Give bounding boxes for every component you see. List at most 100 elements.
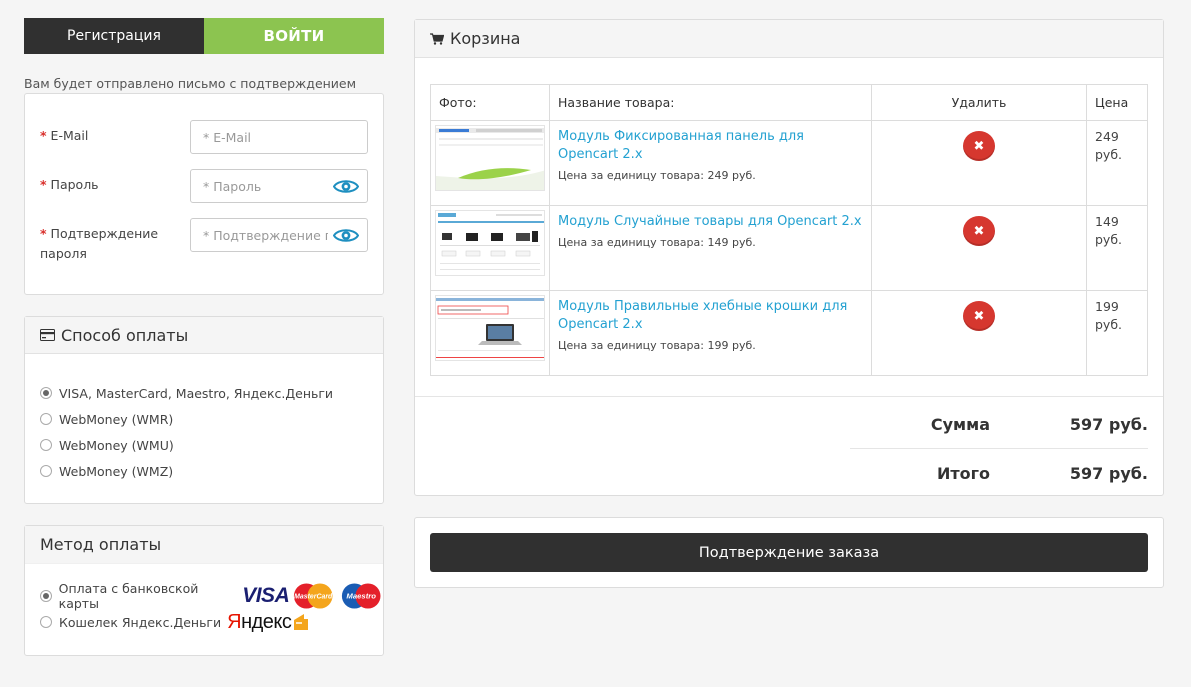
credit-card-icon [40, 329, 55, 341]
product-thumbnail[interactable] [435, 210, 545, 276]
maestro-logo: Maestro [341, 583, 381, 609]
svg-text:Maestro: Maestro [346, 591, 376, 600]
price-cell: 249 руб. [1086, 120, 1148, 206]
radio[interactable] [40, 465, 52, 477]
method-panel: Метод оплаты Оплата с банковской карты V… [24, 525, 384, 656]
password-label: * Пароль [40, 177, 99, 192]
radio[interactable] [40, 616, 52, 628]
password-confirm-field[interactable] [203, 227, 328, 243]
method-option-card[interactable]: Оплата с банковской карты VISA MasterCar… [40, 581, 383, 611]
confirm-order-button[interactable]: Подтверждение заказа [430, 533, 1148, 572]
tab-register[interactable]: Регистрация [24, 18, 204, 54]
total-label: Итого [936, 463, 990, 483]
totals: Сумма 597 руб. Итого 597 руб. [850, 400, 1148, 497]
close-icon: ✖ [973, 308, 985, 324]
total-row: Итого 597 руб. [850, 449, 1148, 497]
payment-option[interactable]: WebMoney (WMZ) [40, 458, 383, 484]
radio[interactable] [40, 439, 52, 451]
delete-button[interactable]: ✖ [963, 216, 995, 246]
payment-option[interactable]: WebMoney (WMR) [40, 406, 383, 432]
cart-divider [415, 396, 1163, 397]
unit-price: Цена за единицу товара: 199 руб. [558, 339, 756, 352]
col-price: Цена [1086, 84, 1148, 121]
subtotal-row: Сумма 597 руб. [850, 400, 1148, 448]
cart-table: Фото: Название товара: Удалить Цена Моду… [430, 84, 1148, 376]
password-confirm-label: * Подтверждение пароля [40, 226, 159, 261]
name-cell: Модуль Случайные товары для Opencart 2.x… [549, 205, 872, 291]
photo-cell [430, 120, 550, 206]
method-options: Оплата с банковской карты VISA MasterCar… [25, 564, 383, 635]
delete-cell: ✖ [871, 205, 1087, 291]
col-name: Название товара: [549, 84, 872, 121]
password-row: * Пароль [40, 169, 368, 203]
shopping-cart-icon [430, 32, 444, 45]
tab-login[interactable]: ВОЙТИ [204, 18, 384, 54]
product-link[interactable]: Модуль Случайные товары для Opencart 2.x [558, 213, 863, 231]
table-row: Модуль Фиксированная панель для Opencart… [430, 120, 1148, 206]
wallet-icon [294, 614, 309, 630]
name-cell: Модуль Фиксированная панель для Opencart… [549, 120, 872, 206]
auth-tabs: Регистрация ВОЙТИ [24, 18, 384, 54]
delete-cell: ✖ [871, 120, 1087, 206]
radio-selected[interactable] [40, 387, 52, 399]
close-icon: ✖ [973, 138, 985, 154]
table-row: Модуль Правильные хлебные крошки для Ope… [430, 290, 1148, 376]
eye-icon[interactable] [333, 178, 359, 195]
product-link[interactable]: Модуль Правильные хлебные крошки для Ope… [558, 298, 863, 334]
email-label: * E-Mail [40, 128, 89, 143]
name-cell: Модуль Правильные хлебные крошки для Ope… [549, 290, 872, 376]
radio-selected[interactable] [40, 590, 52, 602]
subtotal-label: Сумма [930, 414, 990, 434]
delete-button[interactable]: ✖ [963, 131, 995, 161]
close-icon: ✖ [973, 223, 985, 239]
subtotal-value: 597 руб. [1069, 414, 1148, 434]
left-column: Регистрация ВОЙТИ Вам будет отправлено п… [24, 18, 384, 656]
cart-header: Корзина [415, 20, 1163, 58]
delete-button[interactable]: ✖ [963, 301, 995, 331]
payment-panel: Способ оплаты VISA, MasterCard, Maestro,… [24, 316, 384, 504]
radio[interactable] [40, 413, 52, 425]
unit-price: Цена за единицу товара: 249 руб. [558, 169, 756, 182]
svg-text:MasterCard: MasterCard [294, 593, 333, 600]
col-delete: Удалить [871, 84, 1087, 121]
product-link[interactable]: Модуль Фиксированная панель для Opencart… [558, 128, 863, 164]
photo-cell [430, 205, 550, 291]
password-field-wrap [190, 169, 368, 203]
eye-icon[interactable] [333, 227, 359, 244]
cart-title: Корзина [450, 29, 521, 48]
cart-panel: Корзина Фото: Название товара: Удалить Ц… [414, 19, 1164, 496]
mastercard-logo: MasterCard [294, 583, 333, 609]
password-confirm-field-wrap [190, 218, 368, 252]
payment-option[interactable]: VISA, MasterCard, Maestro, Яндекс.Деньги [40, 380, 383, 406]
method-option-yandex[interactable]: Кошелек Яндекс.Деньги Яндекс [40, 609, 383, 635]
confirmation-note: Вам будет отправлено письмо с подтвержде… [24, 76, 357, 91]
required-mark: * [40, 177, 47, 192]
price-cell: 199 руб. [1086, 290, 1148, 376]
total-value: 597 руб. [1069, 463, 1148, 483]
email-field[interactable] [203, 129, 328, 145]
confirm-panel: Подтверждение заказа [414, 517, 1164, 588]
required-mark: * [40, 226, 47, 241]
password-confirm-row: * Подтверждение пароля [40, 218, 368, 264]
unit-price: Цена за единицу товара: 149 руб. [558, 236, 756, 249]
payment-option[interactable]: WebMoney (WMU) [40, 432, 383, 458]
col-photo: Фото: [430, 84, 550, 121]
product-thumbnail[interactable] [435, 295, 545, 361]
delete-cell: ✖ [871, 290, 1087, 376]
table-row: Модуль Случайные товары для Opencart 2.x… [430, 205, 1148, 291]
payment-title: Способ оплаты [61, 325, 189, 345]
table-header-row: Фото: Название товара: Удалить Цена [430, 84, 1148, 121]
password-field[interactable] [203, 178, 328, 194]
payment-options: VISA, MasterCard, Maestro, Яндекс.Деньги… [25, 354, 383, 484]
registration-form: *E-Mail *Пароль *Подтверждение пароля [24, 93, 384, 295]
product-thumbnail[interactable] [435, 125, 545, 191]
photo-cell [430, 290, 550, 376]
required-mark: * [40, 128, 47, 143]
email-field-wrap [190, 120, 368, 154]
method-title: Метод оплаты [25, 526, 383, 564]
visa-logo: VISA [242, 584, 290, 607]
yandex-money-logo: Яндекс [227, 611, 309, 634]
email-row: * E-Mail [40, 120, 368, 154]
price-cell: 149 руб. [1086, 205, 1148, 291]
payment-header: Способ оплаты [25, 317, 383, 354]
